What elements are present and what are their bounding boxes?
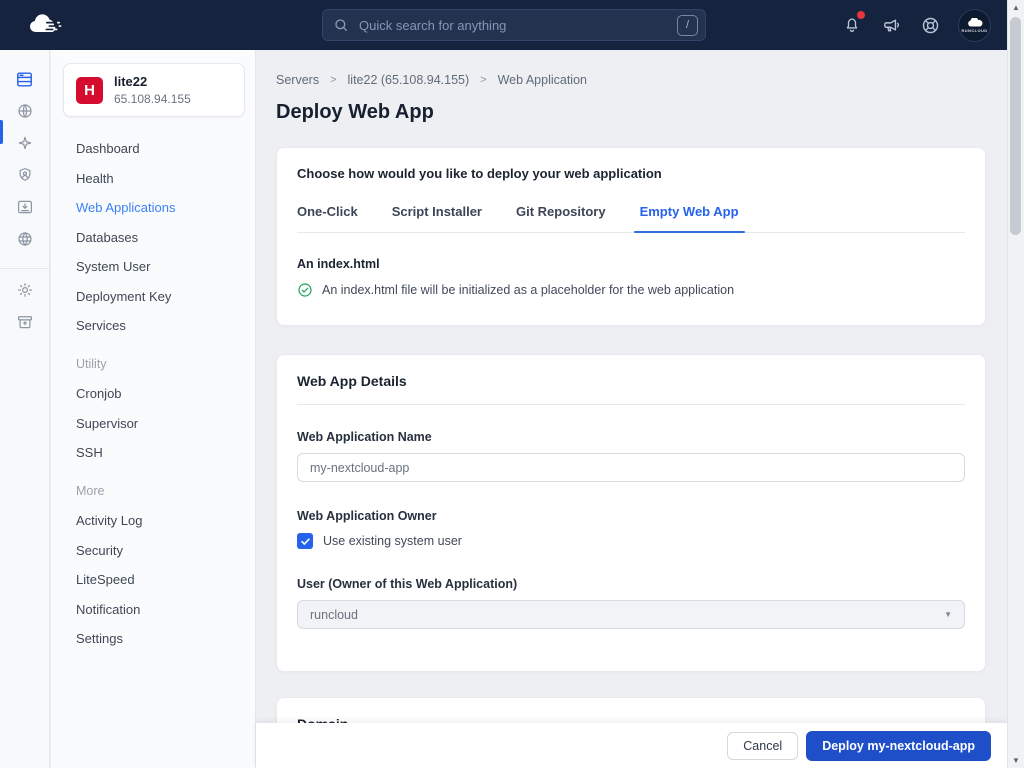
web-app-name-label: Web Application Name — [297, 430, 432, 444]
index-html-description: An index.html file will be initialized a… — [322, 283, 735, 297]
checkbox-label: Use existing system user — [323, 534, 462, 548]
sidebar-item-health[interactable]: Health — [76, 171, 255, 186]
notification-dot — [857, 11, 865, 19]
search-input[interactable] — [357, 16, 677, 34]
rail-divider — [0, 268, 50, 269]
avatar-brand-label: RUNCLOUD — [961, 27, 988, 33]
tab-one-click[interactable]: One-Click — [297, 204, 358, 232]
sidebar-item-security[interactable]: Security — [76, 543, 255, 558]
index-html-title: An index.html — [297, 257, 380, 271]
megaphone-icon — [883, 19, 899, 31]
sidebar-item-dashboard[interactable]: Dashboard — [76, 141, 255, 156]
use-existing-user-checkbox[interactable]: Use existing system user — [297, 533, 965, 549]
deploy-method-tabs: One-Click Script Installer Git Repositor… — [297, 204, 965, 233]
sidebar-item-activity-log[interactable]: Activity Log — [76, 513, 255, 528]
tab-empty-web-app[interactable]: Empty Web App — [633, 204, 745, 233]
tab-script-installer[interactable]: Script Installer — [392, 204, 482, 232]
scrollbar-down-icon[interactable]: ▼ — [1008, 756, 1024, 765]
cancel-button[interactable]: Cancel — [727, 731, 799, 760]
sidebar-item-deployment-key[interactable]: Deployment Key — [76, 289, 255, 304]
breadcrumb-separator-icon: > — [330, 74, 337, 86]
user-avatar[interactable]: RUNCLOUD — [958, 8, 991, 42]
lifebuoy-icon — [922, 17, 938, 33]
sidebar-section-more: More — [76, 484, 105, 498]
sidebar-item-system-user[interactable]: System User — [76, 259, 255, 274]
runcloud-logo-icon[interactable] — [26, 13, 62, 42]
rail-sparkle-icon[interactable] — [0, 134, 50, 152]
web-app-details-card: Web App Details Web Application Name Web… — [276, 354, 986, 672]
sidebar-item-litespeed[interactable]: LiteSpeed — [76, 572, 255, 587]
sidebar-item-web-applications[interactable]: Web Applications — [76, 200, 255, 215]
rail-web-globe-icon[interactable] — [0, 102, 50, 120]
search-icon — [335, 19, 347, 31]
main-area: Servers > lite22 (65.108.94.155) > Web A… — [256, 50, 1007, 768]
chevron-down-icon: ▼ — [944, 610, 952, 619]
rail-servers-icon[interactable] — [0, 70, 50, 88]
rail-world-icon[interactable] — [0, 230, 50, 248]
deploy-method-heading: Choose how would you like to deploy your… — [297, 166, 662, 181]
breadcrumb-current: Web Application — [497, 73, 587, 87]
scrollbar-up-icon[interactable]: ▲ — [1008, 3, 1024, 12]
rail-archive-icon[interactable] — [0, 313, 50, 331]
sidebar-item-databases[interactable]: Databases — [76, 230, 255, 245]
server-ip: 65.108.94.155 — [114, 92, 191, 106]
announcements-button[interactable] — [880, 14, 902, 36]
scrollbar-thumb[interactable] — [1010, 17, 1021, 235]
details-heading: Web App Details — [297, 373, 407, 389]
deploy-button[interactable]: Deploy my-nextcloud-app — [806, 730, 991, 761]
sidebar-item-settings[interactable]: Settings — [76, 631, 255, 646]
page-scrollbar[interactable]: ▲ ▼ — [1007, 0, 1024, 768]
avatar-cloud-icon — [967, 17, 982, 26]
owner-user-label: User (Owner of this Web Application) — [297, 577, 518, 591]
rail-install-box-icon[interactable] — [0, 198, 50, 216]
sidebar-item-ssh[interactable]: SSH — [76, 445, 255, 460]
checkbox-checked-icon — [297, 533, 313, 549]
notifications-button[interactable] — [841, 11, 865, 36]
topbar: / RUNCLOUD — [0, 0, 1007, 50]
sidebar-item-notification[interactable]: Notification — [76, 602, 255, 617]
sidebar-item-services[interactable]: Services — [76, 318, 255, 333]
breadcrumb-separator-icon: > — [480, 74, 487, 86]
divider — [297, 404, 965, 405]
help-button[interactable] — [919, 14, 941, 36]
owner-user-value: runcloud — [310, 607, 358, 622]
page-title: Deploy Web App — [276, 101, 434, 123]
hetzner-provider-icon: H — [76, 76, 103, 104]
web-app-name-input[interactable] — [297, 453, 965, 482]
global-search: / — [322, 9, 706, 41]
server-sidebar: H lite22 65.108.94.155 Dashboard Health … — [51, 50, 256, 768]
web-app-owner-label: Web Application Owner — [297, 509, 437, 523]
sidebar-item-supervisor[interactable]: Supervisor — [76, 416, 255, 431]
rail-team-shield-icon[interactable] — [0, 166, 50, 184]
check-circle-icon — [298, 283, 312, 297]
server-name: lite22 — [114, 74, 148, 89]
sidebar-item-cronjob[interactable]: Cronjob — [76, 386, 255, 401]
breadcrumb-server[interactable]: lite22 (65.108.94.155) — [348, 73, 470, 87]
owner-user-select[interactable]: runcloud ▼ — [297, 600, 965, 629]
icon-rail — [0, 50, 50, 768]
action-footer: Cancel Deploy my-nextcloud-app — [256, 723, 1007, 768]
breadcrumb: Servers > lite22 (65.108.94.155) > Web A… — [276, 73, 986, 87]
rail-settings-gear-icon[interactable] — [0, 281, 50, 299]
server-card[interactable]: H lite22 65.108.94.155 — [63, 63, 245, 117]
deploy-method-card: Choose how would you like to deploy your… — [276, 147, 986, 326]
tab-git-repository[interactable]: Git Repository — [516, 204, 606, 232]
breadcrumb-servers[interactable]: Servers — [276, 73, 319, 87]
search-shortcut-key: / — [677, 14, 698, 36]
sidebar-section-utility: Utility — [76, 357, 107, 371]
